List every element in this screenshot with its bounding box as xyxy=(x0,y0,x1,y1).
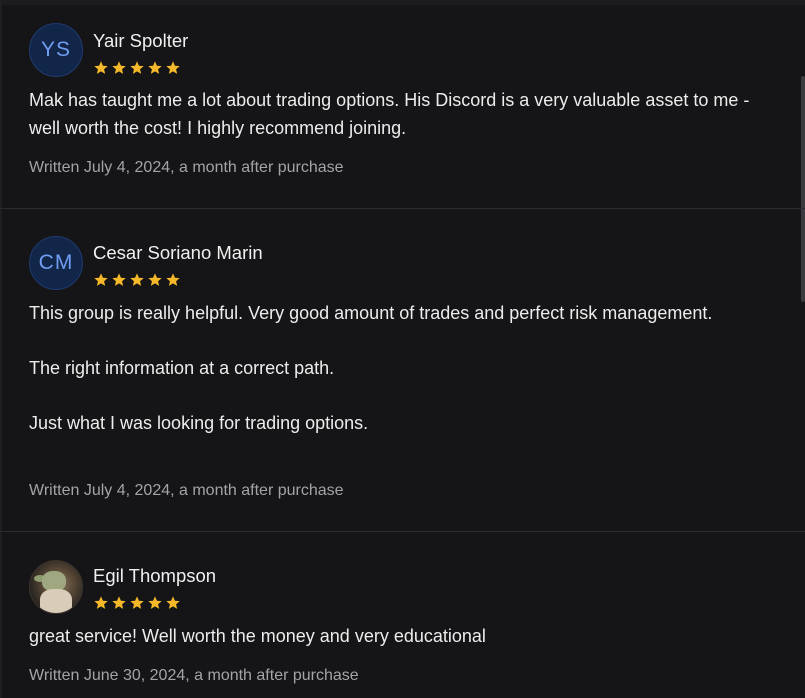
star-icon xyxy=(166,61,180,74)
star-icon xyxy=(130,596,144,609)
avatar-photo xyxy=(29,560,83,614)
reviews-list: YS Yair Spolter Mak has taught me a lot … xyxy=(0,0,805,698)
review-divider xyxy=(0,531,805,532)
star-icon xyxy=(94,61,108,74)
star-rating xyxy=(93,595,181,611)
review-body: Mak has taught me a lot about trading op… xyxy=(29,87,779,142)
avatar-initials: CM xyxy=(38,251,74,274)
star-icon xyxy=(94,596,108,609)
avatar-initials: YS xyxy=(40,38,71,61)
review-paragraph: Mak has taught me a lot about trading op… xyxy=(29,90,750,138)
star-icon xyxy=(148,596,162,609)
star-icon xyxy=(166,273,180,286)
star-icon xyxy=(166,596,180,609)
star-icon xyxy=(148,273,162,286)
star-icon xyxy=(130,273,144,286)
left-border xyxy=(0,0,2,698)
avatar: CM xyxy=(29,236,83,290)
reviewer-name: Yair Spolter xyxy=(93,30,189,51)
review-divider xyxy=(0,208,805,209)
review-body: great service! Well worth the money and … xyxy=(29,623,779,651)
star-icon xyxy=(94,273,108,286)
review-meta: Written July 4, 2024, a month after purc… xyxy=(29,159,344,176)
star-rating xyxy=(93,60,181,76)
star-rating xyxy=(93,272,181,288)
reviewer-name: Cesar Soriano Marin xyxy=(93,242,263,263)
top-border xyxy=(0,0,805,5)
avatar-figure-head xyxy=(42,571,66,591)
review-body: This group is really helpful. Very good … xyxy=(29,300,779,438)
star-icon xyxy=(148,61,162,74)
review-paragraph: The right information at a correct path. xyxy=(29,358,335,378)
avatar-figure-body xyxy=(40,589,72,613)
review-paragraph: Just what I was looking for trading opti… xyxy=(29,413,369,433)
star-icon xyxy=(112,596,126,609)
scrollbar[interactable] xyxy=(801,76,805,302)
star-icon xyxy=(130,61,144,74)
star-icon xyxy=(112,273,126,286)
review-meta: Written July 4, 2024, a month after purc… xyxy=(29,482,344,499)
review-meta: Written June 30, 2024, a month after pur… xyxy=(29,667,359,684)
star-icon xyxy=(112,61,126,74)
avatar: YS xyxy=(29,23,83,77)
reviewer-name: Egil Thompson xyxy=(93,565,217,586)
review-paragraph: great service! Well worth the money and … xyxy=(29,626,486,646)
review-paragraph: This group is really helpful. Very good … xyxy=(29,303,713,323)
